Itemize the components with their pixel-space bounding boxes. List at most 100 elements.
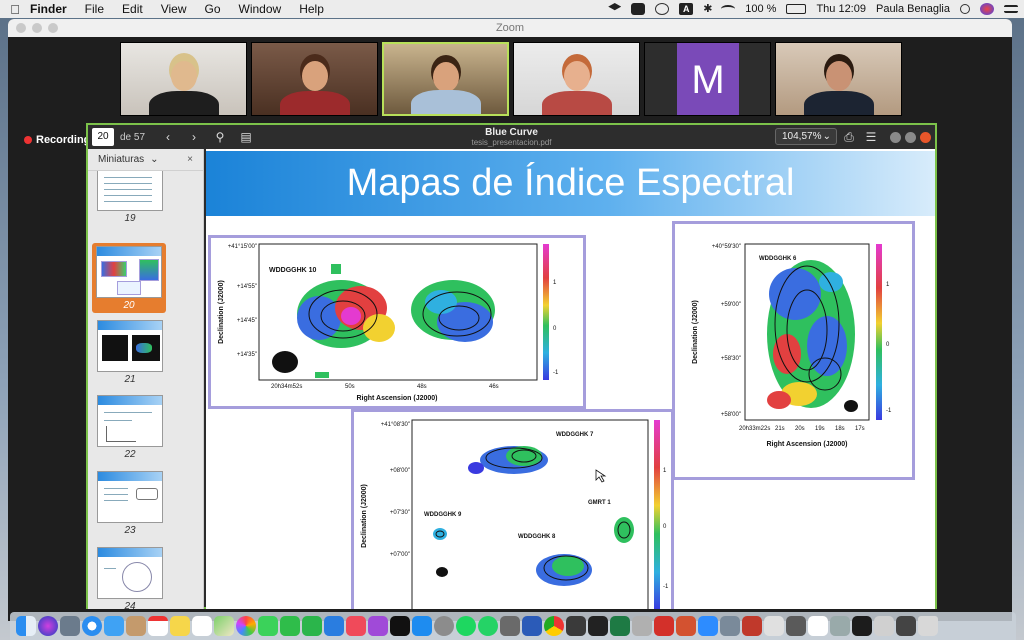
participant-video[interactable] — [775, 42, 902, 116]
calendar-icon[interactable] — [148, 616, 168, 636]
battery-icon[interactable] — [786, 4, 807, 14]
spotlight-icon[interactable] — [960, 4, 970, 14]
download-icon[interactable]: ⎙ — [840, 128, 858, 146]
zoom-level-select[interactable]: 104,57% ⌄ — [775, 128, 837, 145]
reminders-icon[interactable] — [192, 616, 212, 636]
photos-icon[interactable] — [236, 616, 256, 636]
menu-edit[interactable]: Edit — [122, 2, 143, 16]
utility-icon[interactable] — [500, 616, 520, 636]
spectral-index-map-panel: WDDGGHK 7 GMRT 1 WDDGGHK 9 WDDGGHK 8 +41… — [351, 409, 674, 609]
mail-icon[interactable] — [104, 616, 124, 636]
zoom-status-icon[interactable] — [631, 3, 646, 15]
notes-icon[interactable] — [170, 616, 190, 636]
thumbnail-page[interactable]: 22 — [96, 395, 164, 460]
recording-indicator[interactable]: Recording — [24, 134, 90, 146]
tv-icon[interactable] — [390, 616, 410, 636]
zoom-icon[interactable] — [698, 616, 718, 636]
word-icon[interactable] — [522, 616, 542, 636]
menu-app-name[interactable]: Finder — [30, 2, 67, 16]
spotify-icon[interactable] — [456, 616, 476, 636]
recording-label: Recording — [36, 134, 91, 146]
app-icon[interactable] — [874, 616, 894, 636]
finder-icon[interactable] — [16, 616, 36, 636]
menu-window[interactable]: Window — [239, 2, 282, 16]
menu-help[interactable]: Help — [299, 2, 324, 16]
y-tick-label: +59'00" — [721, 302, 741, 308]
app-store-icon[interactable] — [412, 616, 432, 636]
page-number-input[interactable]: 20 — [92, 128, 114, 146]
bluetooth-icon[interactable]: ✱ — [703, 3, 712, 15]
spectral-index-map: WDDGGHK 7 GMRT 1 WDDGGHK 9 WDDGGHK 8 +41… — [361, 419, 669, 609]
pdf-viewer-window: 20 de 57 ‹ › ⚲ ▤ Blue Curve tesis_presen… — [86, 123, 937, 609]
x-tick-label: 20h33m22s — [739, 426, 770, 432]
app-icon[interactable] — [632, 616, 652, 636]
app-icon[interactable] — [786, 616, 806, 636]
app-icon[interactable] — [566, 616, 586, 636]
terminal-icon[interactable] — [588, 616, 608, 636]
safari-icon[interactable] — [82, 616, 102, 636]
siri-icon[interactable] — [38, 616, 58, 636]
annotations-icon[interactable]: ▤ — [237, 128, 255, 146]
participant-video-active-speaker[interactable] — [382, 42, 509, 116]
chevron-down-icon[interactable]: ⌄ — [150, 154, 158, 165]
participant-video[interactable] — [251, 42, 378, 116]
maps-icon[interactable] — [214, 616, 234, 636]
powerpoint-icon[interactable] — [676, 616, 696, 636]
app-icon[interactable] — [720, 616, 740, 636]
thumbnail-page-selected[interactable]: 20 — [92, 243, 166, 313]
participant-video[interactable] — [120, 42, 247, 116]
app-icon[interactable] — [852, 616, 872, 636]
close-sidebar-icon[interactable]: × — [187, 154, 193, 165]
siri-icon[interactable] — [980, 3, 994, 15]
time-machine-icon[interactable] — [655, 3, 670, 15]
app-icon[interactable] — [830, 616, 850, 636]
app-icon[interactable] — [896, 616, 916, 636]
launchpad-icon[interactable] — [60, 616, 80, 636]
wifi-icon[interactable] — [721, 5, 736, 13]
fullscreen-window-icon[interactable] — [48, 23, 58, 33]
previous-page-icon[interactable]: ‹ — [159, 128, 177, 146]
minimize-icon[interactable] — [890, 131, 901, 143]
excel-icon[interactable] — [610, 616, 630, 636]
menu-view[interactable]: View — [161, 2, 187, 16]
apple-icon[interactable]:  — [0, 2, 30, 17]
maximize-icon[interactable] — [905, 131, 916, 143]
close-icon[interactable] — [920, 131, 931, 143]
dropbox-icon[interactable] — [608, 3, 622, 11]
x-tick-label: 20h34m52s — [271, 384, 302, 390]
sidebar-mode-select[interactable]: Miniaturas — [98, 154, 144, 165]
participant-video[interactable] — [513, 42, 640, 116]
acrobat-icon[interactable] — [654, 616, 674, 636]
minimize-window-icon[interactable] — [32, 23, 42, 33]
thumbnail-page[interactable]: 21 — [96, 320, 164, 385]
menu-icon[interactable]: ☰ — [862, 128, 880, 146]
user-name[interactable]: Paula Benaglia — [876, 3, 950, 15]
thumbnail-page[interactable]: 19 — [96, 171, 164, 224]
thumbnail-page[interactable]: 24 — [96, 547, 164, 609]
search-icon[interactable]: ⚲ — [211, 128, 229, 146]
facetime-icon[interactable] — [280, 616, 300, 636]
thumbnail-page[interactable]: 23 — [96, 471, 164, 536]
app-icon[interactable] — [808, 616, 828, 636]
trash-icon[interactable] — [918, 616, 938, 636]
clock[interactable]: Thu 12:09 — [816, 3, 866, 15]
whatsapp-icon[interactable] — [478, 616, 498, 636]
chrome-icon[interactable] — [544, 616, 564, 636]
participant-avatar[interactable]: M — [644, 42, 771, 116]
music-icon[interactable] — [346, 616, 366, 636]
podcasts-icon[interactable] — [368, 616, 388, 636]
menu-go[interactable]: Go — [205, 2, 221, 16]
x-axis-label: Right Ascension (J2000) — [766, 441, 847, 448]
next-page-icon[interactable]: › — [185, 128, 203, 146]
app-icon[interactable] — [742, 616, 762, 636]
menu-file[interactable]: File — [85, 2, 104, 16]
keynote-icon[interactable] — [324, 616, 344, 636]
system-preferences-icon[interactable] — [434, 616, 454, 636]
control-center-icon[interactable] — [1004, 5, 1018, 13]
close-window-icon[interactable] — [16, 23, 26, 33]
numbers-icon[interactable] — [302, 616, 322, 636]
text-input-icon[interactable]: A — [679, 3, 694, 15]
messages-icon[interactable] — [258, 616, 278, 636]
app-icon[interactable] — [764, 616, 784, 636]
contacts-icon[interactable] — [126, 616, 146, 636]
